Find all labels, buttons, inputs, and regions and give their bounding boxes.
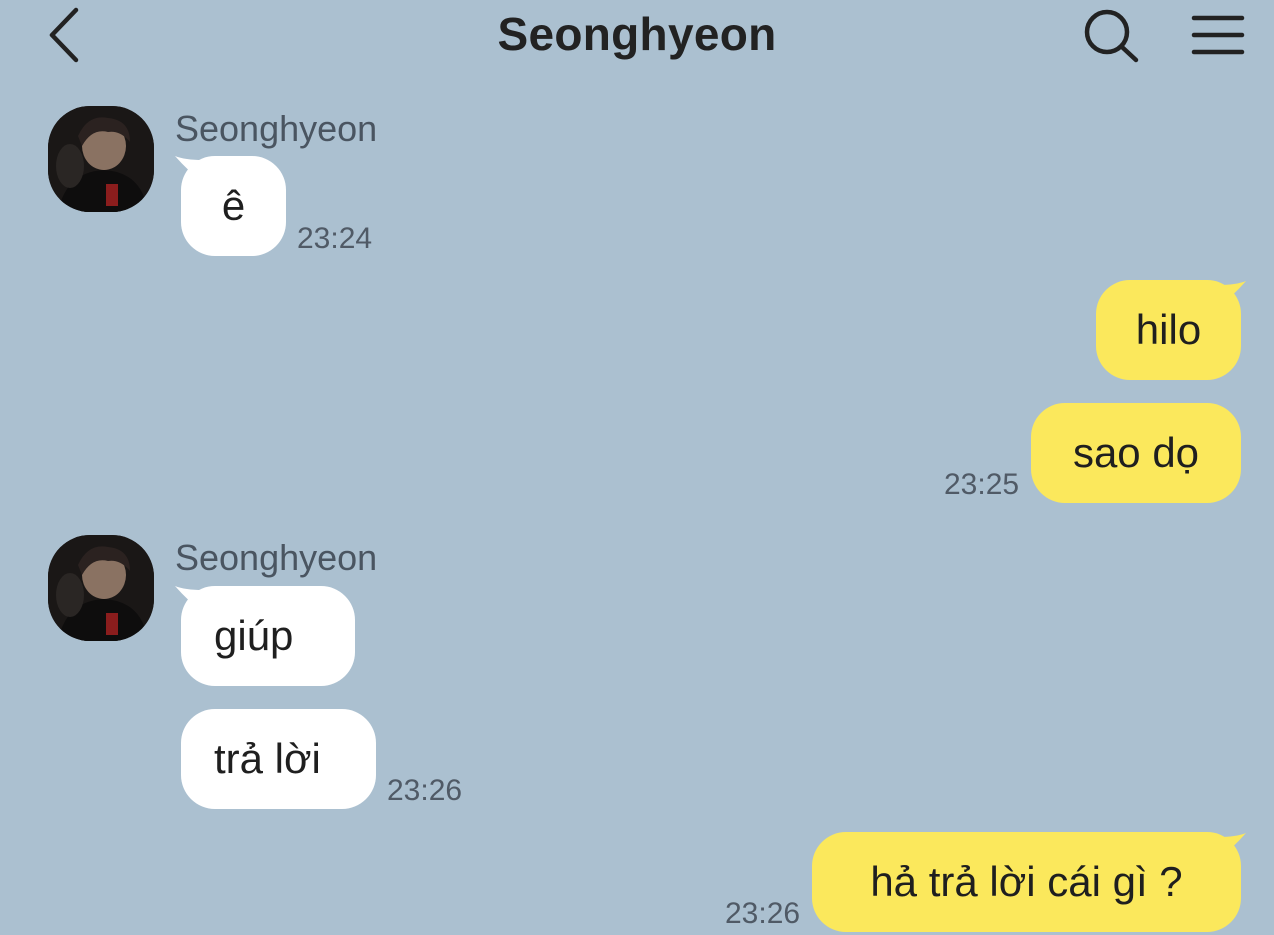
hamburger-menu-icon[interactable] — [1190, 10, 1246, 60]
message-bubble-outgoing[interactable]: hilo — [1096, 280, 1241, 380]
message-timestamp: 23:26 — [387, 774, 463, 807]
avatar[interactable] — [48, 535, 154, 641]
chat-title-text: Seonghyeon — [497, 8, 777, 60]
message-text: giúp — [214, 612, 294, 659]
message-text: ê — [221, 182, 246, 229]
message-timestamp: 23:25 — [944, 468, 1020, 501]
message-bubble-incoming[interactable]: giúp — [181, 586, 355, 686]
message-text: trả lời — [214, 735, 321, 782]
avatar[interactable] — [48, 106, 154, 212]
message-text: sao dọ — [1072, 429, 1200, 476]
message-bubble-outgoing[interactable]: hả trả lời cái gì ? — [812, 832, 1241, 932]
sender-name: Seonghyeon — [175, 108, 378, 149]
message-text: hilo — [1135, 306, 1202, 353]
message-text: hả trả lời cái gì ? — [870, 858, 1183, 905]
sender-name: Seonghyeon — [175, 537, 378, 578]
message-timestamp: 23:24 — [297, 222, 373, 255]
search-icon[interactable] — [1080, 6, 1142, 64]
message-bubble-incoming[interactable]: trả lời — [181, 709, 376, 809]
message-bubble-outgoing[interactable]: sao dọ — [1031, 403, 1241, 503]
message-timestamp: 23:26 — [725, 897, 801, 930]
message-bubble-incoming[interactable]: ê — [181, 156, 286, 256]
